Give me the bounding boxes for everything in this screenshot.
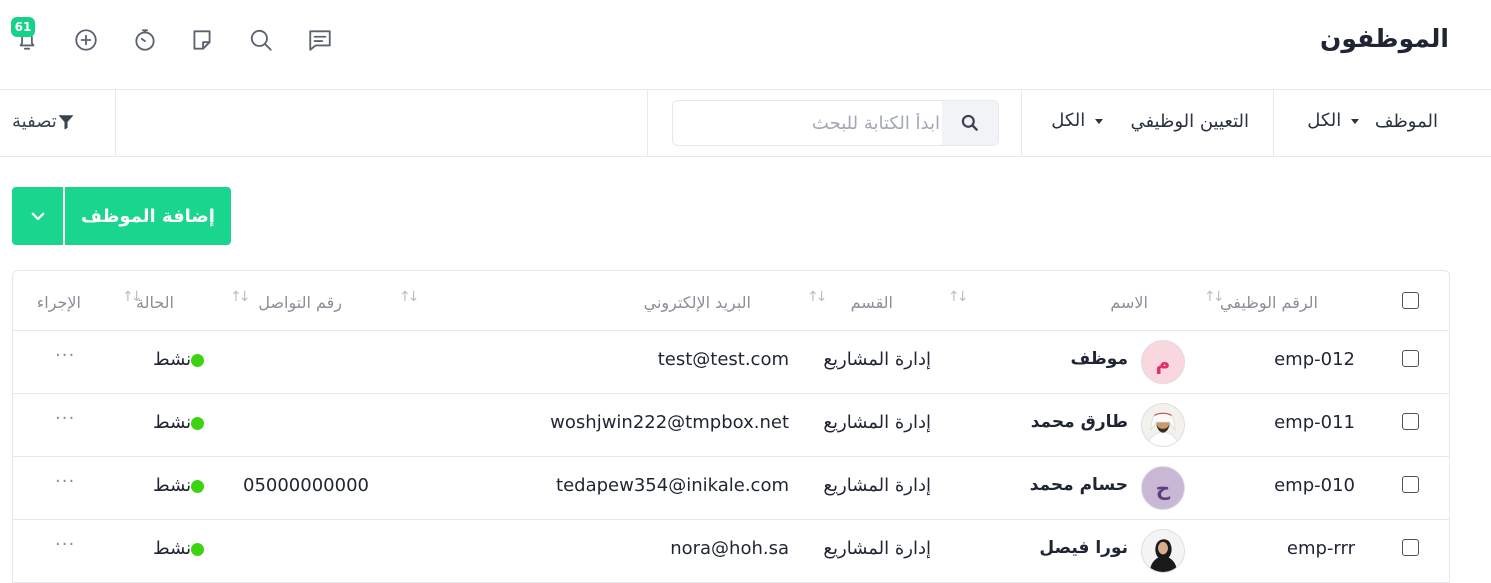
- table-header: الرقم الوظيفي ↑↓ الاسم ↑↓ القسم ↑↓ البري…: [13, 271, 1449, 331]
- status-label: نشط: [153, 538, 192, 559]
- select-all-checkbox[interactable]: [1402, 292, 1419, 309]
- job-assignment-label: التعيين الوظيفي: [1130, 111, 1249, 132]
- column-header-action: الإجراء: [36, 293, 81, 312]
- add-employee-dropdown-toggle[interactable]: [12, 187, 65, 245]
- filter-spacer: [115, 90, 647, 156]
- table-row[interactable]: emp-011 طارق محمد إدارة المشاريع woshjwi…: [13, 394, 1449, 457]
- email: test@test.com: [657, 349, 789, 370]
- top-bar: الموظفون 61: [0, 0, 1491, 90]
- chat-icon[interactable]: [302, 22, 338, 58]
- employees-table: الرقم الوظيفي ↑↓ الاسم ↑↓ القسم ↑↓ البري…: [12, 270, 1450, 583]
- status-dot-icon: [191, 479, 205, 493]
- column-header-name[interactable]: الاسم: [1110, 293, 1148, 312]
- phone: 05000000000: [243, 475, 369, 496]
- avatar: [1141, 403, 1185, 447]
- employee-name[interactable]: طارق محمد: [1031, 412, 1128, 432]
- employee-name[interactable]: موظف: [1071, 349, 1128, 369]
- row-checkbox[interactable]: [1402, 413, 1419, 430]
- sort-icon[interactable]: ↑↓: [1204, 289, 1225, 305]
- department: إدارة المشاريع: [823, 475, 931, 496]
- column-header-employee-id[interactable]: الرقم الوظيفي: [1220, 293, 1318, 312]
- row-checkbox[interactable]: [1402, 350, 1419, 367]
- search-icon: [961, 114, 978, 131]
- sort-icon[interactable]: ↑↓: [948, 289, 969, 305]
- plus-circle-icon[interactable]: [68, 22, 104, 58]
- job-assignment-filter: التعيين الوظيفي الكل: [1021, 90, 1273, 156]
- status-badge: نشط: [153, 475, 210, 496]
- status-dot-icon: [191, 542, 205, 556]
- employee-filter-value: الكل: [1307, 110, 1342, 131]
- table-row[interactable]: emp-rrr نورا فيصل إدارة المشاريع nora@ho…: [13, 520, 1449, 583]
- avatar-photo: [1142, 404, 1184, 446]
- email: nora@hoh.sa: [670, 538, 789, 559]
- status-badge: نشط: [153, 412, 210, 433]
- avatar: [1141, 529, 1185, 573]
- avatar-letter: م: [1155, 350, 1171, 374]
- more-actions-button[interactable]: ···: [55, 345, 75, 366]
- caret-down-icon: [1351, 118, 1359, 124]
- status-label: نشط: [153, 412, 192, 433]
- more-actions-button[interactable]: ···: [55, 534, 75, 555]
- email: tedapew354@inikale.com: [556, 475, 789, 496]
- column-header-status[interactable]: الحالة: [136, 293, 174, 312]
- employee-id[interactable]: emp-011: [1274, 412, 1355, 433]
- chevron-down-icon: [31, 212, 44, 221]
- funnel-icon: [58, 114, 74, 129]
- department: إدارة المشاريع: [823, 349, 931, 370]
- timer-icon[interactable]: [127, 22, 163, 58]
- employee-id[interactable]: emp-012: [1274, 349, 1355, 370]
- note-icon[interactable]: [184, 22, 220, 58]
- page-title: الموظفون: [1320, 24, 1449, 53]
- employee-filter: الموظف الكل: [1273, 90, 1491, 156]
- status-label: نشط: [153, 475, 192, 496]
- column-header-department[interactable]: القسم: [851, 293, 893, 312]
- avatar: ح: [1141, 466, 1185, 510]
- notification-badge: 61: [11, 17, 35, 37]
- status-badge: نشط: [153, 349, 210, 370]
- employee-filter-label: الموظف: [1374, 111, 1438, 132]
- department: إدارة المشاريع: [823, 412, 931, 433]
- search-icon[interactable]: [243, 22, 279, 58]
- caret-down-icon: [1095, 118, 1103, 124]
- table-row[interactable]: emp-012 م موظف إدارة المشاريع test@test.…: [13, 331, 1449, 394]
- employee-id[interactable]: emp-010: [1274, 475, 1355, 496]
- status-dot-icon: [191, 416, 205, 430]
- filter-button[interactable]: تصفية: [12, 111, 75, 132]
- avatar: م: [1141, 340, 1185, 384]
- table-row[interactable]: emp-010 ح حسام محمد إدارة المشاريع tedap…: [13, 457, 1449, 520]
- add-employee-button-group: إضافة الموظف: [12, 187, 231, 245]
- status-label: نشط: [153, 349, 192, 370]
- employee-name[interactable]: حسام محمد: [1030, 475, 1128, 495]
- avatar-letter: ح: [1155, 476, 1171, 500]
- column-header-email[interactable]: البريد الإلكتروني: [644, 293, 751, 312]
- search-box: [672, 100, 999, 146]
- email: woshjwin222@tmpbox.net: [550, 412, 789, 433]
- row-checkbox[interactable]: [1402, 539, 1419, 556]
- sort-icon[interactable]: ↑↓: [230, 289, 251, 305]
- employee-id[interactable]: emp-rrr: [1287, 538, 1355, 559]
- sort-icon[interactable]: ↑↓: [399, 289, 420, 305]
- add-employee-button[interactable]: إضافة الموظف: [65, 187, 231, 245]
- sort-icon[interactable]: ↑↓: [122, 289, 143, 305]
- department: إدارة المشاريع: [823, 538, 931, 559]
- status-dot-icon: [191, 353, 205, 367]
- more-actions-button[interactable]: ···: [55, 408, 75, 429]
- search-button[interactable]: [942, 101, 998, 145]
- job-assignment-value: الكل: [1051, 110, 1086, 131]
- row-checkbox[interactable]: [1402, 476, 1419, 493]
- status-badge: نشط: [153, 538, 210, 559]
- more-actions-button[interactable]: ···: [55, 471, 75, 492]
- column-header-phone[interactable]: رقم التواصل: [258, 293, 342, 312]
- employee-name[interactable]: نورا فيصل: [1039, 538, 1128, 558]
- job-assignment-select[interactable]: الكل: [1051, 110, 1103, 131]
- avatar-photo: [1142, 530, 1184, 572]
- sort-icon[interactable]: ↑↓: [807, 289, 828, 305]
- employee-filter-select[interactable]: الكل: [1307, 110, 1359, 131]
- filter-button-label: تصفية: [12, 111, 57, 132]
- filter-bar: الموظف الكل التعيين الوظيفي الكل تصفية: [0, 90, 1491, 157]
- search-input[interactable]: [673, 101, 942, 145]
